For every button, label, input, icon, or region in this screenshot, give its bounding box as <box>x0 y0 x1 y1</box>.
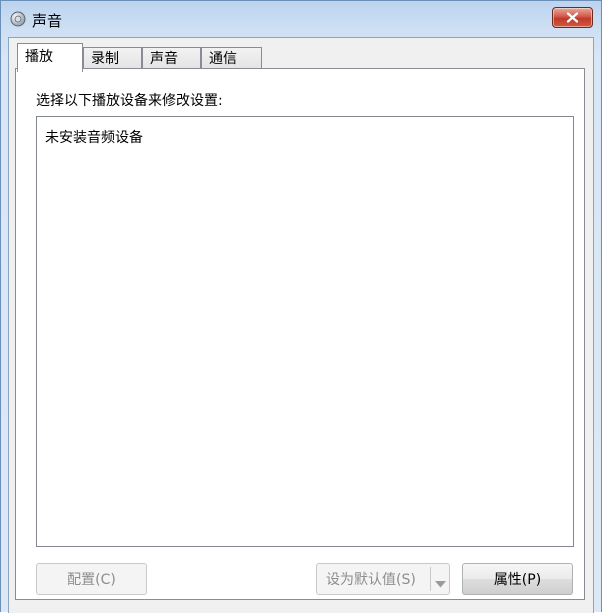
tab-recording[interactable]: 录制 <box>83 47 142 70</box>
close-icon <box>566 12 579 23</box>
title-bar[interactable]: 声音 <box>1 1 601 37</box>
no-devices-message: 未安装音频设备 <box>45 130 143 146</box>
triangle-down-icon[interactable] <box>435 576 446 592</box>
split-divider <box>430 567 431 591</box>
playback-panel: 选择以下播放设备来修改设置: 未安装音频设备 配置(C) 设为默认值(S) 属性… <box>15 68 585 600</box>
properties-button[interactable]: 属性(P) <box>462 563 573 595</box>
playback-device-list[interactable]: 未安装音频设备 <box>36 116 574 547</box>
tab-strip: 播放 录制 声音 通信 <box>15 43 585 72</box>
sound-dialog-window: 声音 播放 录制 声音 通信 选择以下播放设备来修改设置: 未安装音频设备 配置… <box>0 0 602 613</box>
tab-label: 声音 <box>150 51 178 67</box>
tab-sounds[interactable]: 声音 <box>142 47 201 70</box>
properties-button-label: 属性(P) <box>493 572 542 588</box>
window-title: 声音 <box>32 12 63 30</box>
configure-button-label: 配置(C) <box>67 572 116 588</box>
tab-label: 录制 <box>91 51 119 67</box>
close-button[interactable] <box>552 7 593 28</box>
set-default-button[interactable]: 设为默认值(S) <box>316 563 450 595</box>
set-default-button-label: 设为默认值(S) <box>326 572 416 588</box>
tab-label: 通信 <box>209 51 237 67</box>
speaker-icon <box>10 11 26 27</box>
tab-playback[interactable]: 播放 <box>17 43 83 72</box>
tab-label: 播放 <box>25 49 53 65</box>
configure-button[interactable]: 配置(C) <box>36 563 147 595</box>
tab-communications[interactable]: 通信 <box>201 47 262 70</box>
instruction-text: 选择以下播放设备来修改设置: <box>36 93 223 109</box>
dialog-body: 播放 录制 声音 通信 选择以下播放设备来修改设置: 未安装音频设备 配置(C)… <box>8 37 594 613</box>
